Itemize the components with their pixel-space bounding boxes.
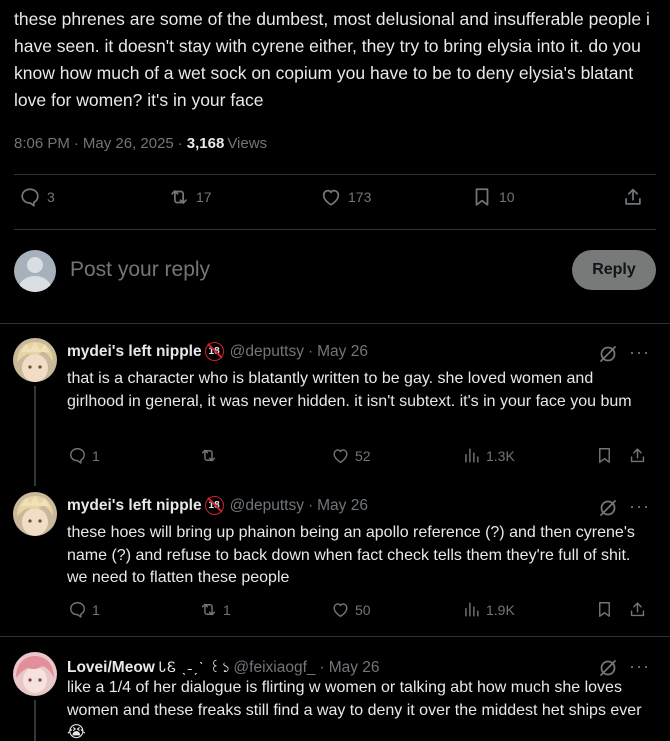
no-under-18-icon: 18 xyxy=(204,342,224,361)
avatar[interactable] xyxy=(13,338,57,382)
divider xyxy=(14,229,656,230)
reply-text: like a 1/4 of her dialogue is flirting w… xyxy=(67,679,642,741)
divider xyxy=(0,636,670,637)
meta-separator: · xyxy=(73,135,79,152)
no-under-18-icon: 18 xyxy=(204,496,224,515)
reply-action[interactable]: 1 xyxy=(68,600,100,619)
display-name[interactable]: Lovei/Meow xyxy=(67,659,155,677)
views-action[interactable]: 1.3K xyxy=(462,446,515,465)
comment-icon xyxy=(70,602,85,618)
reply-item[interactable]: mydei's left nipple 18 @deputtsy · May 2… xyxy=(0,492,670,632)
repost-action[interactable] xyxy=(199,446,223,465)
thread-line xyxy=(34,700,36,741)
more-icon[interactable]: ··· xyxy=(629,496,650,517)
reply-actions: 1 52 1.3K xyxy=(0,446,670,468)
avatar[interactable] xyxy=(13,492,57,536)
reply-count: 1 xyxy=(92,601,100,618)
comment-icon xyxy=(21,188,39,207)
grok-icon[interactable] xyxy=(598,658,618,678)
like-action[interactable]: 52 xyxy=(331,446,371,465)
reply-composer: Post your reply Reply xyxy=(14,246,656,298)
username[interactable]: @deputtsy xyxy=(230,343,304,361)
reply-action[interactable]: 1 xyxy=(68,446,100,465)
grok-icon[interactable] xyxy=(598,498,618,518)
share-icon xyxy=(630,448,645,463)
views-count: 1.9K xyxy=(486,601,515,618)
post-meta: 8:06 PM · May 26, 2025 · 3,168 Views xyxy=(14,135,267,152)
repost-icon xyxy=(201,603,216,616)
reply-count: 3 xyxy=(47,189,55,205)
like-action[interactable]: 50 xyxy=(331,600,371,619)
reply-date[interactable]: May 26 xyxy=(317,497,368,515)
like-action[interactable]: 173 xyxy=(320,186,371,208)
grok-icon[interactable] xyxy=(598,344,618,364)
repost-icon xyxy=(201,449,216,462)
divider xyxy=(14,174,656,175)
like-count: 50 xyxy=(355,601,371,618)
share-icon xyxy=(625,188,641,205)
repost-count: 1 xyxy=(223,601,231,618)
default-avatar xyxy=(14,250,56,292)
share-action[interactable] xyxy=(628,446,647,465)
share-icon xyxy=(630,602,645,617)
bookmark-action[interactable] xyxy=(595,600,614,619)
bookmark-icon xyxy=(599,602,610,617)
meta-separator-2: · xyxy=(177,135,183,152)
more-icon[interactable]: ··· xyxy=(629,656,650,677)
like-count: 52 xyxy=(355,447,371,464)
repost-action[interactable]: 1 xyxy=(199,600,231,619)
reply-text: these hoes will bring up phainon being a… xyxy=(67,524,635,586)
reply-item[interactable]: Lovei/Meow ᏓᏋ ˎ˗ˏˋ ꒰১ @feixiaogf_ · May … xyxy=(0,652,670,741)
divider xyxy=(0,323,670,324)
like-count: 173 xyxy=(348,189,372,205)
display-name[interactable]: mydei's left nipple xyxy=(67,343,202,361)
share-action[interactable] xyxy=(628,600,647,619)
reply-count: 1 xyxy=(92,447,100,464)
post-date[interactable]: May 26, 2025 xyxy=(83,135,174,152)
analytics-icon xyxy=(465,602,479,617)
display-name[interactable]: mydei's left nipple xyxy=(67,497,202,515)
thread-line xyxy=(34,386,36,486)
repost-action[interactable]: 17 xyxy=(168,186,212,208)
views-label: Views xyxy=(227,135,268,152)
post-actions: 3 17 173 10 xyxy=(0,186,670,218)
reply-header: mydei's left nipple 18 @deputtsy · May 2… xyxy=(67,496,368,515)
avatar[interactable] xyxy=(13,652,57,696)
views-count: 1.3K xyxy=(486,447,515,464)
views-action[interactable]: 1.9K xyxy=(462,600,515,619)
reply-header: mydei's left nipple 18 @deputtsy · May 2… xyxy=(67,342,368,361)
heart-icon xyxy=(333,603,348,617)
post-text: these phrenes are some of the dumbest, m… xyxy=(14,9,650,110)
reply-button[interactable]: Reply xyxy=(572,250,656,290)
heart-icon xyxy=(322,189,340,206)
username[interactable]: @feixiaogf_ xyxy=(233,659,315,677)
reply-text: that is a character who is blatantly wri… xyxy=(67,370,632,410)
reply-actions: 1 1 50 1.9K xyxy=(0,600,670,622)
repost-count: 17 xyxy=(196,189,212,205)
comment-icon xyxy=(70,448,85,464)
reply-item[interactable]: mydei's left nipple 18 @deputtsy · May 2… xyxy=(0,338,670,486)
bookmark-count: 10 xyxy=(499,189,515,205)
reply-date[interactable]: May 26 xyxy=(317,343,368,361)
username[interactable]: @deputtsy xyxy=(230,497,304,515)
views-count: 3,168 xyxy=(186,135,225,152)
dot-separator: · xyxy=(319,659,325,676)
reply-date[interactable]: May 26 xyxy=(329,659,380,677)
dot-separator: · xyxy=(307,342,314,360)
heart-icon xyxy=(333,449,348,463)
bookmark-icon xyxy=(475,188,489,206)
bookmark-action[interactable] xyxy=(595,446,614,465)
post-time[interactable]: 8:06 PM xyxy=(14,135,70,152)
reply-action[interactable]: 3 xyxy=(19,186,55,208)
reply-input[interactable]: Post your reply xyxy=(70,258,210,282)
more-icon[interactable]: ··· xyxy=(629,342,650,363)
bookmark-action[interactable]: 10 xyxy=(471,186,515,208)
share-action[interactable] xyxy=(622,186,644,208)
dot-separator: · xyxy=(307,496,314,514)
repost-icon xyxy=(171,190,187,204)
bookmark-icon xyxy=(599,448,610,463)
analytics-icon xyxy=(465,448,479,463)
